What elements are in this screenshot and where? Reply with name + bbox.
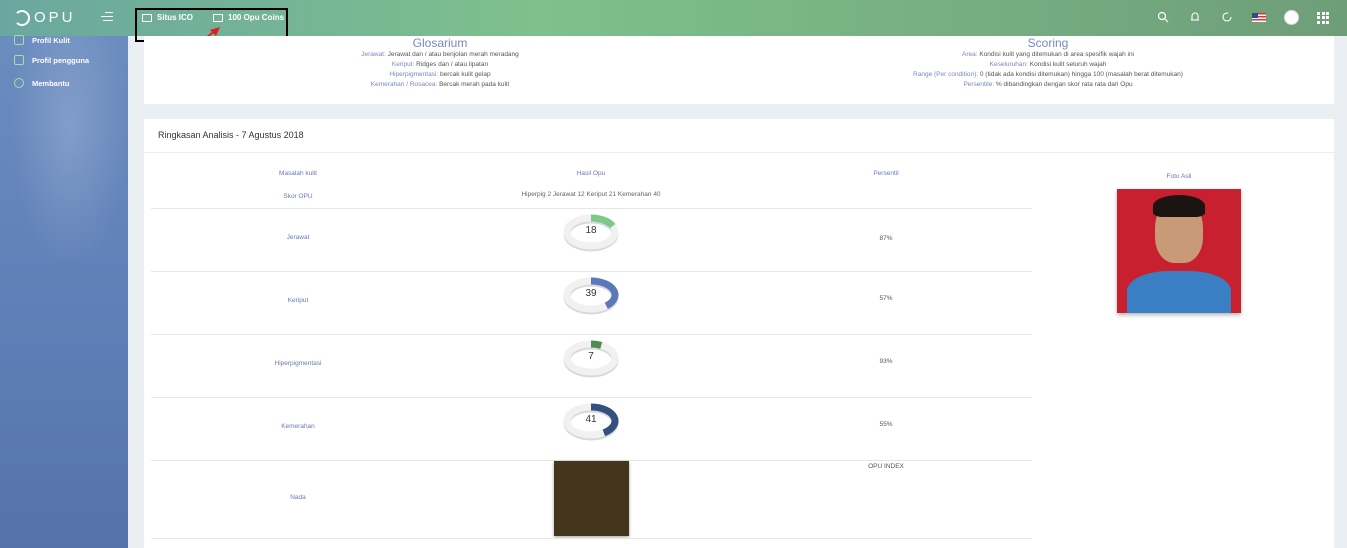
- refresh-icon[interactable]: [1220, 11, 1234, 25]
- donut-value: 41: [585, 414, 597, 425]
- donut-jerawat: 18: [562, 213, 620, 253]
- sidebar-face-background: [0, 36, 128, 296]
- sidebar-item-membantu[interactable]: Membantu: [14, 78, 70, 88]
- sidebar: Profil Kulit Profil pengguna Membantu: [0, 35, 128, 548]
- score-summary: Hiperpig 2 Jerawat 12 Keriput 21 Kemerah…: [521, 191, 661, 198]
- row-divider: [151, 334, 1032, 335]
- tone-label: Nada: [290, 494, 306, 501]
- opu-index-label: OPU INDEX: [868, 463, 904, 470]
- help-icon: [14, 78, 24, 88]
- donut-value: 18: [585, 225, 597, 236]
- skin-tone-swatch: [554, 461, 629, 536]
- donut-kemerahan: 41: [562, 402, 620, 442]
- us-flag-icon[interactable]: [1252, 13, 1266, 22]
- bell-icon[interactable]: [1188, 11, 1202, 25]
- scoring-line: Keseluruhan: Kondisi kulit seluruh wajah: [989, 61, 1107, 68]
- donut-hiperpigmentasi: 7: [562, 339, 620, 379]
- issue-label-hiperpigmentasi: Hiperpigmentasi: [274, 360, 322, 367]
- issue-label-kemerahan: Kemerahan: [281, 423, 315, 430]
- photo-hair: [1153, 195, 1205, 217]
- scoring-section: Scoring Area: Kondisi kulit yang ditemuk…: [838, 36, 1258, 90]
- header-actions: [1156, 10, 1329, 25]
- column-header-photo: Foto Asli: [1166, 173, 1192, 180]
- issue-label-jerawat: Jerawat: [286, 234, 310, 241]
- glossary-line: Jerawat: Jerawat dan / atau benjolan mer…: [361, 51, 519, 58]
- issue-label-keriput: Keriput: [287, 297, 309, 304]
- brand-name: OPU: [34, 9, 76, 26]
- column-header-percentile: Persentil: [873, 170, 899, 177]
- sidebar-item-profil-kulit[interactable]: Profil Kulit: [14, 35, 70, 45]
- sidebar-item-label: Profil Kulit: [32, 35, 70, 45]
- opu-logo[interactable]: OPU: [14, 9, 76, 26]
- donut-value: 7: [588, 351, 594, 362]
- scoring-line: Persentile: % dibandingkan dengan skor r…: [963, 81, 1133, 88]
- scoring-line: Area: Kondisi kulit yang ditemukan di ar…: [962, 51, 1134, 58]
- glossary-line: Hiperpigmentasi: bercak kulit gelap: [389, 71, 491, 78]
- glossary-title: Glosarium: [412, 36, 468, 50]
- apps-grid-icon[interactable]: [1317, 11, 1329, 24]
- donut-value: 39: [585, 288, 597, 299]
- percentile-jerawat: 87%: [879, 235, 893, 242]
- search-icon[interactable]: [1156, 11, 1170, 25]
- percentile-hiperpigmentasi: 93%: [879, 358, 893, 365]
- original-photo: [1117, 189, 1241, 313]
- sidebar-item-label: Profil pengguna: [32, 55, 90, 65]
- glossary-line: Kemerahan / Rosacea: Bercak merah pada k…: [370, 81, 510, 88]
- scoring-line: Range (Per condition): 0 (tidak ada kond…: [913, 71, 1183, 78]
- analysis-card: Ringkasan Analisis - 7 Agustus 2018 Masa…: [144, 119, 1334, 548]
- row-divider: [151, 397, 1032, 398]
- photo-shirt: [1127, 271, 1231, 313]
- glossary-card: Glosarium Jerawat: Jerawat dan / atau be…: [144, 36, 1334, 104]
- column-header-result: Hasil Opu: [576, 170, 606, 177]
- avatar[interactable]: [1284, 10, 1299, 25]
- glossary-line: Keriput: Ridges dan / atau lipatan: [391, 61, 489, 68]
- donut-arc: [590, 340, 603, 349]
- row-divider: [151, 208, 1032, 209]
- sidebar-item-label: Membantu: [32, 78, 70, 88]
- row-divider: [151, 538, 1032, 539]
- donut-keriput: 39: [562, 276, 620, 316]
- user-profile-icon: [14, 55, 24, 65]
- skin-profile-icon: [14, 35, 24, 45]
- column-header-issue: Masalah kulit: [279, 170, 317, 177]
- row-divider: [151, 271, 1032, 272]
- analysis-title: Ringkasan Analisis - 7 Agustus 2018: [144, 119, 1334, 153]
- scoring-title: Scoring: [1027, 36, 1069, 50]
- glossary-section: Glosarium Jerawat: Jerawat dan / atau be…: [240, 36, 640, 90]
- score-label: Skor OPU: [283, 193, 313, 200]
- percentile-keriput: 57%: [879, 295, 893, 302]
- sidebar-item-profil-pengguna[interactable]: Profil pengguna: [14, 55, 89, 65]
- menu-toggle-icon[interactable]: [101, 12, 113, 22]
- percentile-kemerahan: 55%: [879, 421, 893, 428]
- logo-mark-icon: [14, 9, 30, 26]
